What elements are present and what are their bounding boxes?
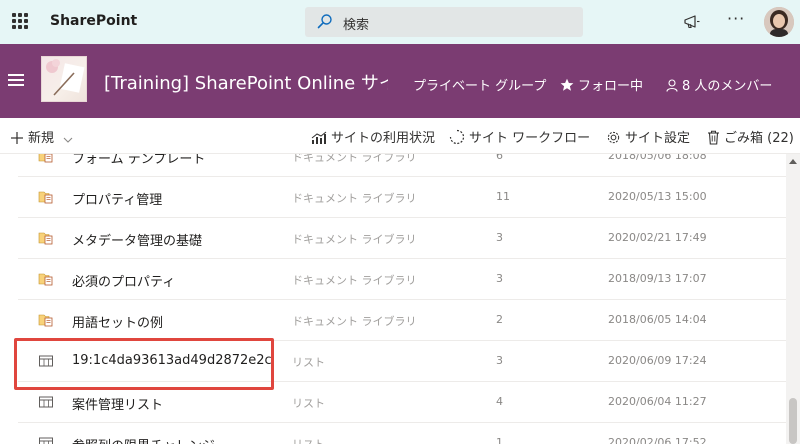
person-icon — [666, 79, 678, 92]
avatar[interactable] — [764, 7, 794, 37]
app-name[interactable]: SharePoint — [50, 13, 137, 29]
recycle-bin-button[interactable]: ごみ箱 (22) — [707, 127, 794, 146]
follow-label: フォロー中 — [578, 79, 644, 94]
row-name[interactable]: 参照列の限界チャレンジ — [72, 435, 215, 444]
suite-bar: SharePoint 検索 ··· — [0, 0, 800, 44]
hamburger-menu-icon[interactable] — [8, 74, 24, 86]
row-name[interactable]: 必須のプロパティ — [72, 271, 175, 290]
row-item-count: 11 — [496, 190, 510, 203]
row-item-count: 3 — [496, 231, 503, 244]
list-row[interactable]: 用語セットの例 ドキュメント ライブラリ 2 2018/06/05 14:04 — [18, 300, 786, 341]
row-item-count: 1 — [496, 436, 503, 444]
row-modified-date: 2020/06/04 11:27 — [608, 395, 707, 408]
site-logo[interactable] — [41, 56, 87, 102]
chart-icon — [311, 131, 327, 144]
row-type: リスト — [292, 397, 325, 410]
row-modified-date: 2018/09/13 17:07 — [608, 272, 707, 285]
search-icon — [317, 14, 332, 29]
site-usage-label: サイトの利用状況 — [331, 131, 436, 146]
row-type: リスト — [292, 436, 325, 444]
row-item-count: 3 — [496, 272, 503, 285]
command-bar: 新規 サイトの利用状況 サイト ワークフロー サイト設定 ごみ箱 (22) — [0, 118, 800, 154]
recycle-bin-label: ごみ箱 (22) — [724, 131, 794, 146]
row-item-count: 4 — [496, 395, 503, 408]
site-settings-label: サイト設定 — [625, 131, 691, 146]
row-name[interactable]: 案件管理リスト — [72, 394, 163, 413]
site-header: [Training] SharePoint Online サイト プライベート … — [0, 44, 800, 118]
list-icon — [38, 394, 54, 410]
row-modified-date: 2020/05/13 15:00 — [608, 190, 707, 203]
workflow-icon — [449, 129, 465, 145]
document-library-icon — [38, 154, 54, 164]
highlight-box — [14, 338, 274, 390]
row-type: リスト — [292, 356, 325, 369]
chevron-down-icon — [63, 137, 73, 143]
site-title[interactable]: [Training] SharePoint Online サイト — [104, 69, 388, 95]
row-modified-date: 2020/02/21 17:49 — [608, 231, 707, 244]
row-name[interactable]: フォーム テンプレート — [72, 154, 205, 167]
list-row[interactable]: プロパティ管理 ドキュメント ライブラリ 11 2020/05/13 15:00 — [18, 177, 786, 218]
row-name[interactable]: メタデータ管理の基礎 — [72, 230, 202, 249]
list-row[interactable]: フォーム テンプレート ドキュメント ライブラリ 6 2018/05/06 18:08 — [18, 154, 786, 177]
plus-icon — [11, 132, 23, 144]
document-library-icon — [38, 189, 54, 205]
list-row[interactable]: メタデータ管理の基礎 ドキュメント ライブラリ 3 2020/02/21 17:49 — [18, 218, 786, 259]
row-name[interactable]: プロパティ管理 — [72, 189, 162, 208]
trash-icon — [708, 130, 719, 145]
search-input[interactable]: 検索 — [343, 14, 369, 33]
follow-button[interactable]: フォロー中 — [560, 75, 643, 94]
new-label: 新規 — [28, 131, 55, 146]
row-type: ドキュメント ライブラリ — [292, 233, 417, 246]
row-type: ドキュメント ライブラリ — [292, 154, 417, 164]
new-button[interactable]: 新規 — [10, 127, 74, 146]
vertical-scrollbar[interactable] — [786, 154, 800, 444]
row-type: ドキュメント ライブラリ — [292, 315, 417, 328]
site-workflow-label: サイト ワークフロー — [469, 131, 591, 146]
privacy-label: プライベート グループ — [413, 79, 547, 94]
site-settings-button[interactable]: サイト設定 — [606, 127, 690, 146]
site-workflow-button[interactable]: サイト ワークフロー — [449, 127, 590, 146]
row-name[interactable]: 用語セットの例 — [72, 312, 163, 331]
app-launcher-icon[interactable] — [12, 13, 28, 29]
members-button[interactable]: 8 人のメンバー — [666, 75, 772, 94]
row-type: ドキュメント ライブラリ — [292, 192, 417, 205]
row-modified-date: 2018/05/06 18:08 — [608, 154, 707, 162]
document-library-icon — [38, 312, 54, 328]
star-icon — [560, 78, 574, 91]
gear-icon — [607, 131, 620, 144]
document-library-icon — [38, 271, 54, 287]
row-item-count: 2 — [496, 313, 503, 326]
list-row[interactable]: 必須のプロパティ ドキュメント ライブラリ 3 2018/09/13 17:07 — [18, 259, 786, 300]
members-label: 8 人のメンバー — [682, 79, 773, 94]
more-options-icon[interactable]: ··· — [727, 9, 745, 28]
document-library-icon — [38, 230, 54, 246]
row-modified-date: 2018/06/05 14:04 — [608, 313, 707, 326]
row-item-count: 3 — [496, 354, 503, 367]
row-modified-date: 2020/06/09 17:24 — [608, 354, 707, 367]
row-item-count: 6 — [496, 154, 503, 162]
scroll-thumb[interactable] — [789, 398, 797, 444]
list-icon — [38, 435, 54, 444]
scroll-up-icon[interactable] — [789, 159, 797, 164]
megaphone-icon[interactable] — [683, 13, 701, 31]
site-usage-button[interactable]: サイトの利用状況 — [311, 127, 435, 146]
row-type: ドキュメント ライブラリ — [292, 274, 417, 287]
site-contents-list: フォーム テンプレート ドキュメント ライブラリ 6 2018/05/06 18:08… — [0, 154, 786, 444]
row-modified-date: 2020/02/06 17:52 — [608, 436, 707, 444]
search-box[interactable]: 検索 — [305, 7, 583, 37]
list-row[interactable]: 参照列の限界チャレンジ リスト 1 2020/02/06 17:52 — [18, 423, 786, 444]
